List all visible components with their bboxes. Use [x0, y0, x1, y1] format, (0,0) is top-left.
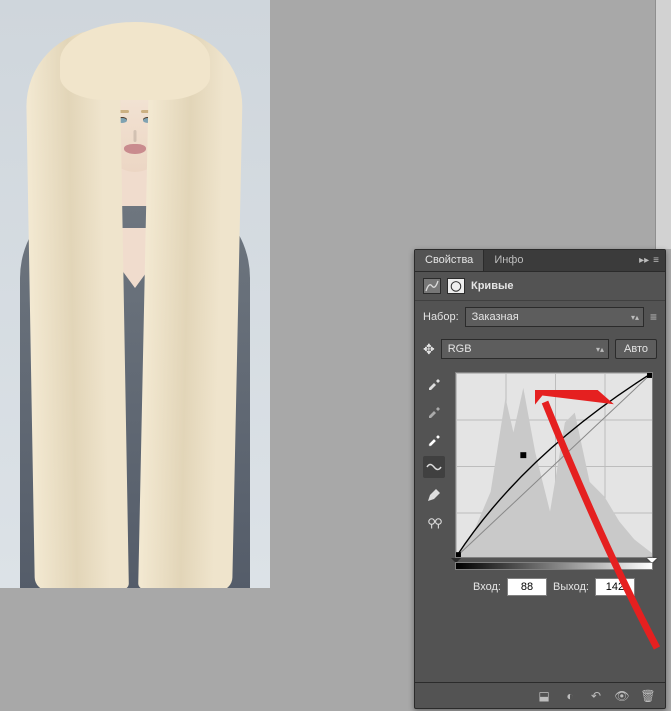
curve-tool-icon[interactable]: [423, 456, 445, 478]
collapse-icon[interactable]: ▸▸: [639, 255, 649, 266]
eyedropper-black-icon[interactable]: [423, 372, 445, 394]
tab-properties[interactable]: Свойства: [415, 250, 484, 271]
input-gradient: [455, 562, 653, 570]
target-adjust-icon[interactable]: ✥: [423, 341, 435, 358]
output-field[interactable]: 142: [595, 578, 635, 596]
panel-menu-icon[interactable]: ≡: [653, 255, 659, 266]
reset-icon[interactable]: ↶: [587, 687, 605, 705]
canvas-area[interactable]: [0, 0, 270, 588]
panel-footer: ⬓ ◐ ↶ 👁 🗑: [415, 682, 665, 708]
mask-icon: ◯: [447, 278, 465, 294]
properties-panel: Свойства Инфо ▸▸ ≡ ◯ Кривые Набор: Заказ…: [414, 249, 666, 709]
auto-button[interactable]: Авто: [615, 339, 657, 359]
vertical-scrollbar[interactable]: [655, 0, 671, 249]
preset-menu-icon[interactable]: ≡: [650, 310, 657, 324]
curve-point[interactable]: [520, 452, 526, 458]
channel-select[interactable]: RGB: [441, 339, 609, 359]
document-image[interactable]: [0, 0, 270, 588]
histogram: [456, 373, 652, 557]
preset-row: Набор: Заказная ≡: [415, 301, 665, 333]
eyedropper-white-icon[interactable]: [423, 428, 445, 450]
image-content: [60, 22, 210, 100]
panel-tabs: Свойства Инфо ▸▸ ≡: [415, 250, 665, 272]
input-label: Вход:: [473, 581, 501, 593]
curves-icon: [423, 278, 441, 294]
adjustment-title: Кривые: [471, 280, 513, 292]
channel-row: ✥ RGB Авто: [415, 333, 665, 365]
output-label: Выход:: [553, 581, 589, 593]
sampler-tools: ⚲⚲: [423, 372, 445, 534]
tab-info[interactable]: Инфо: [484, 250, 533, 271]
visibility-icon[interactable]: 👁: [613, 687, 631, 705]
preset-label: Набор:: [423, 311, 459, 323]
pencil-tool-icon[interactable]: [423, 484, 445, 506]
eyedropper-gray-icon[interactable]: [423, 400, 445, 422]
io-row: Вход: 88 Выход: 142: [455, 578, 653, 596]
input-field[interactable]: 88: [507, 578, 547, 596]
curves-graph[interactable]: [455, 372, 653, 558]
clip-icon[interactable]: ⬓: [535, 687, 553, 705]
preset-select[interactable]: Заказная: [465, 307, 644, 327]
previous-state-icon[interactable]: ◐: [561, 687, 579, 705]
smooth-tool-icon[interactable]: ⚲⚲: [423, 512, 445, 534]
adjustment-header: ◯ Кривые: [415, 272, 665, 301]
delete-icon[interactable]: 🗑: [639, 687, 657, 705]
